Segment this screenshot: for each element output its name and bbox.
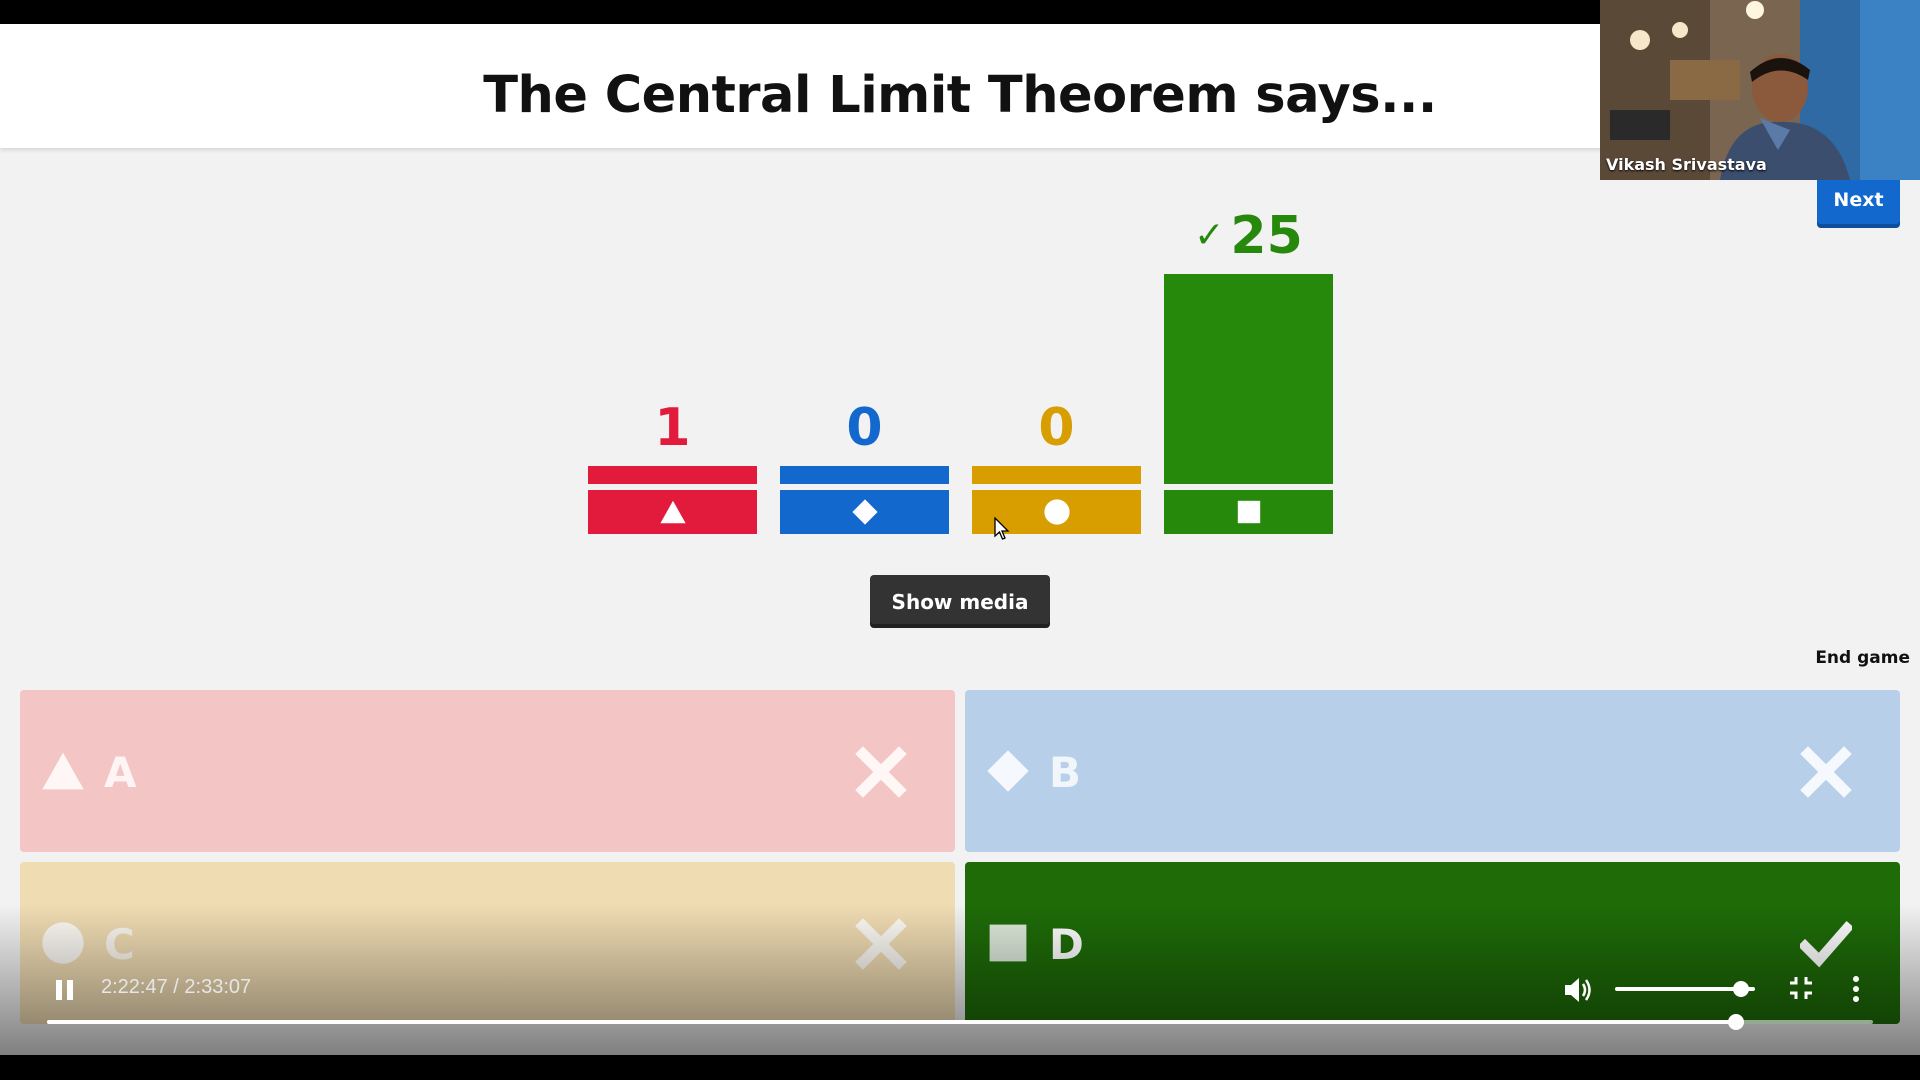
result-column-circle: 0 bbox=[972, 24, 1141, 534]
more-options-button[interactable] bbox=[1850, 975, 1862, 1003]
circle-icon bbox=[1043, 498, 1071, 526]
seek-bar-handle[interactable] bbox=[1728, 1014, 1745, 1030]
mouse-cursor-icon bbox=[994, 517, 1010, 540]
result-bar bbox=[588, 466, 757, 484]
cross-icon bbox=[1800, 746, 1852, 798]
diamond-icon bbox=[985, 748, 1031, 794]
circle-icon bbox=[40, 920, 86, 966]
answer-option-b: B bbox=[965, 690, 1900, 852]
webcam-participant-name: Vikash Srivastava bbox=[1606, 155, 1767, 174]
cross-icon bbox=[855, 918, 907, 970]
result-shape-tile bbox=[780, 490, 949, 534]
more-vertical-icon bbox=[1850, 975, 1862, 1003]
exit-fullscreen-icon bbox=[1790, 977, 1812, 999]
square-icon bbox=[1235, 498, 1263, 526]
result-count: 1 bbox=[654, 398, 691, 458]
result-bar bbox=[972, 466, 1141, 484]
volume-icon bbox=[1565, 978, 1591, 1002]
result-count-value: 25 bbox=[1230, 206, 1303, 266]
correct-check-icon: ✓ bbox=[1194, 215, 1225, 256]
triangle-icon bbox=[40, 748, 86, 794]
result-shape-tile bbox=[588, 490, 757, 534]
result-bar bbox=[780, 466, 949, 484]
screen: The Central Limit Theorem says... Next 1… bbox=[0, 0, 1920, 1080]
check-icon bbox=[1797, 918, 1855, 970]
result-count: 0 bbox=[846, 398, 883, 458]
result-column-diamond: 0 bbox=[780, 24, 949, 534]
result-bar bbox=[1164, 274, 1333, 484]
answer-text: D bbox=[1049, 920, 1084, 969]
answer-text: C bbox=[104, 920, 135, 969]
volume-button[interactable] bbox=[1562, 975, 1594, 1005]
volume-slider-handle[interactable] bbox=[1733, 981, 1749, 997]
result-shape-tile bbox=[1164, 490, 1333, 534]
seek-bar-progress bbox=[47, 1020, 1737, 1024]
answer-option-d: D bbox=[965, 862, 1900, 1024]
show-media-button[interactable]: Show media bbox=[870, 575, 1050, 628]
webcam-feed-image bbox=[1600, 0, 1920, 180]
answer-text: B bbox=[1049, 748, 1082, 797]
diamond-icon bbox=[851, 498, 879, 526]
result-column-triangle: 1 bbox=[588, 24, 757, 534]
result-count: 0 bbox=[1038, 398, 1075, 458]
square-icon bbox=[985, 920, 1031, 966]
webcam-video: Vikash Srivastava bbox=[1600, 0, 1920, 180]
volume-slider[interactable] bbox=[1615, 981, 1755, 997]
end-game-link[interactable]: End game bbox=[1800, 648, 1910, 668]
exit-fullscreen-button[interactable] bbox=[1788, 975, 1814, 1001]
pause-button[interactable] bbox=[54, 978, 76, 1002]
triangle-icon bbox=[659, 498, 687, 526]
result-column-square: ✓ 25 bbox=[1164, 24, 1333, 534]
pause-icon bbox=[54, 978, 76, 1002]
answer-option-c: C bbox=[20, 862, 955, 1024]
playback-time: 2:22:47 / 2:33:07 bbox=[101, 976, 252, 998]
answer-option-a: A bbox=[20, 690, 955, 852]
cross-icon bbox=[855, 746, 907, 798]
seek-bar[interactable] bbox=[47, 1014, 1873, 1030]
answer-text: A bbox=[104, 748, 137, 797]
result-count: ✓ 25 bbox=[1164, 206, 1333, 266]
